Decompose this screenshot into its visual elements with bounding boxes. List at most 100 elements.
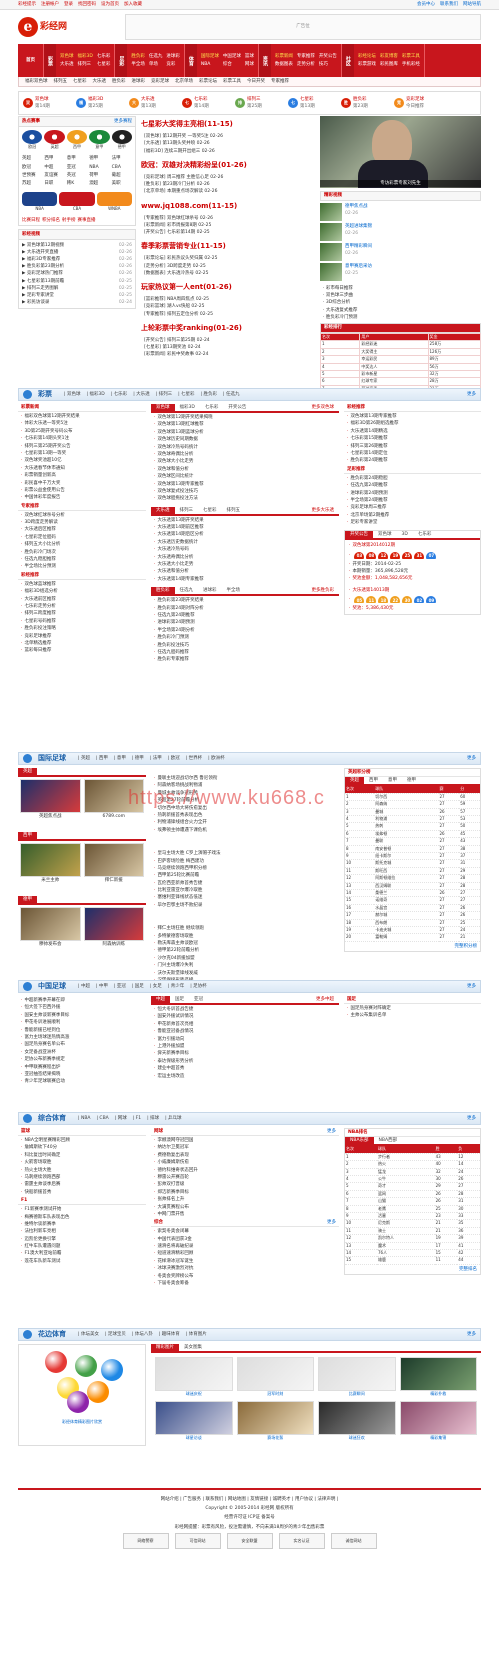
section-link[interactable]: | 意甲 (114, 755, 126, 762)
list-item[interactable]: 花样滑冰冠军诞生 (154, 1258, 336, 1265)
list-item[interactable]: 主帅公布集训名单 (347, 1012, 478, 1019)
list-item[interactable]: 中国体彩年度报告 (21, 494, 143, 501)
league-link[interactable]: 西甲 (44, 155, 64, 162)
draw-title[interactable]: 开奖公告 (345, 531, 373, 539)
list-item[interactable]: 青少年足球联赛启动 (21, 1078, 143, 1085)
league-link[interactable]: 友谊赛 (44, 172, 64, 179)
footer-badge[interactable]: 网络警察 (122, 1532, 169, 1549)
extra-link[interactable]: 射手榜 (62, 217, 76, 224)
list-item[interactable]: 郑洁新赛季目标 (154, 1189, 336, 1196)
nba-logo-item[interactable]: NBA (22, 192, 58, 212)
nav-home[interactable]: 首页 (18, 44, 44, 77)
standings-row[interactable]: 10 斯托克城 27 31 (345, 859, 480, 868)
top-link[interactable]: 找回密码 (78, 2, 96, 7)
list-item[interactable]: 沙尔克04新援加盟 (154, 955, 336, 962)
list-item[interactable]: 竞彩足球周三推荐 (347, 504, 478, 511)
section-title[interactable]: 花边体育 (38, 1329, 66, 1340)
list-item[interactable]: 中甲联赛赛程出炉 (21, 1064, 143, 1071)
headline-item[interactable]: [专家推荐] 双色球红球杀号 02-26 (144, 215, 312, 222)
section-title[interactable]: 彩票 (38, 389, 52, 400)
section-link[interactable]: | 大乐透 (133, 391, 149, 398)
footer-link[interactable]: 联系我们 | (205, 1497, 227, 1502)
list-item[interactable]: 排列三跨度推荐 (21, 610, 143, 617)
headline-item[interactable]: [双色球] 第12期开奖 一等奖5注 02-26 (144, 133, 312, 140)
standings-row[interactable]: 19 卡迪夫城 27 24 (345, 926, 480, 935)
headline-item[interactable]: [开奖公告] 七乐彩第14期 02-25 (144, 229, 312, 236)
standings-row[interactable]: 18 西布朗 27 25 (345, 919, 480, 927)
league-link[interactable]: 荷甲 (89, 172, 109, 179)
list-item[interactable]: 胜负彩投注技巧 (154, 642, 336, 649)
nav-link[interactable]: 网球 (245, 61, 254, 68)
list-item[interactable]: 大乐透历史数据统计 (154, 539, 336, 546)
section-link[interactable]: | 趣味体育 (159, 1331, 180, 1338)
list-item[interactable]: 鲁能新援已经到位 (21, 1027, 143, 1034)
list-item[interactable]: 上港外援加盟 (154, 1043, 336, 1050)
list-item[interactable]: 瓦伦西亚新帅首秀告捷 (154, 880, 336, 887)
league-link[interactable]: 欧冠 (22, 164, 42, 171)
list-box-more[interactable]: 更多 (327, 1128, 336, 1135)
tab[interactable]: 亚冠 (189, 996, 208, 1003)
section-more[interactable]: 更多 (467, 755, 476, 762)
list-item[interactable]: 胜负彩冷门场次 (21, 549, 143, 556)
subnav-link[interactable]: 排列五 (54, 78, 68, 85)
standings-tab[interactable]: 意甲 (383, 777, 402, 784)
list-item[interactable]: F1澳大利亚站前瞻 (21, 1250, 143, 1257)
list-item[interactable]: 七乐彩第14期头奖1注 (21, 435, 143, 442)
list-item[interactable]: 大乐透第14期精选 (347, 428, 478, 435)
section-more[interactable]: 更多 (467, 1115, 476, 1122)
list-item[interactable]: 双色球蓝球推荐 (21, 581, 143, 588)
video-list-item[interactable]: 02-26 ▶ 双色球第12期视频 (22, 242, 132, 249)
nav-link[interactable]: 七星彩 (97, 61, 111, 68)
tab[interactable]: 任选九 (175, 587, 199, 594)
list-item[interactable]: 张帅排名上升 (154, 1196, 336, 1203)
list-item[interactable]: 巴萨客场险胜 梅西建功 (154, 858, 336, 865)
list-item[interactable]: 3D跨度走势解读 (21, 519, 143, 526)
list-item[interactable]: 双色球第13期蓝球分析 (154, 429, 336, 436)
headline-title[interactable]: 上轮彩票中奖ranking(01-26) (141, 323, 315, 334)
list-item[interactable]: 竞彩足球推荐 (21, 633, 143, 640)
list-item[interactable]: 大满贯赛程公布 (154, 1204, 336, 1211)
list-item[interactable]: 双色球冷热号码统计 (154, 444, 336, 451)
nav-link[interactable]: 篮球 (245, 53, 254, 60)
photo-item[interactable]: 阿森纳训练 (83, 907, 144, 948)
list-item[interactable]: 北单精选推荐 (21, 640, 143, 647)
promo-item[interactable]: · 彩市每日推荐 (323, 285, 478, 292)
section-more[interactable]: 更多 (467, 391, 476, 398)
top-right-link[interactable]: 联系我们 (440, 2, 458, 7)
nba-logo-item[interactable]: CBA (59, 192, 95, 212)
list-item[interactable]: 马竞继续领跑西甲积分榜 (154, 865, 336, 872)
list-item[interactable]: 胜负彩第24期推荐 (347, 457, 478, 464)
nav-group-head[interactable]: 体育 (184, 44, 197, 77)
list-item[interactable]: 篮彩每日推荐 (21, 647, 143, 654)
section-link[interactable]: | 中甲 (96, 983, 108, 990)
pic-tab[interactable]: 英超 (18, 768, 37, 775)
subnav-link[interactable]: 北京单场 (175, 78, 193, 85)
list-box-title[interactable]: 足彩推荐 (347, 466, 365, 473)
standings-row[interactable]: 3 曼城 26 57 (345, 808, 480, 817)
section-link[interactable]: | 亚冠 (114, 983, 126, 990)
headline-item[interactable]: [走势分析] 3D跨度走势 02-25 (144, 263, 312, 270)
standings-row[interactable]: 5 奇才 29 27 (345, 1182, 480, 1191)
video-list-item[interactable]: 02-26 ▶ 大乐透开奖直播 (22, 249, 132, 256)
section-link[interactable]: | 国足 (132, 983, 144, 990)
nav-link[interactable]: 综合 (223, 61, 241, 68)
list-box-title[interactable]: F1 (21, 1197, 27, 1204)
footer-link[interactable]: 广告服务 | (183, 1497, 205, 1502)
headline-item[interactable]: [福彩3D] 连续三期开出组三 02-26 (144, 148, 312, 155)
list-item[interactable]: 七乐彩第15期推荐 (347, 435, 478, 442)
subnav-link[interactable]: 福彩双色球 (25, 78, 48, 85)
list-item[interactable]: 大乐透冷热号码 (154, 546, 336, 553)
list-item[interactable]: 足协公布新赛季规定 (21, 1056, 143, 1063)
nav-link[interactable]: 竞彩 (166, 61, 180, 68)
lottery-item[interactable]: 双双色球 第14期 (23, 96, 73, 110)
nav-link[interactable]: 进球彩 (166, 53, 180, 60)
footer-link[interactable]: 网站介绍 | (161, 1497, 183, 1502)
lottery-item[interactable]: 大大乐透 第13期 (129, 96, 179, 110)
section-link[interactable]: | 西甲 (96, 755, 108, 762)
standings-tab[interactable]: NBA东部 (345, 1137, 374, 1144)
list-item[interactable]: 雷霆主帅谈季后赛 (21, 1181, 143, 1188)
list-item[interactable]: NBA全明星赛精彩回顾 (21, 1137, 143, 1144)
list-item[interactable]: 勒沃库森主帅谈欧冠 (154, 940, 336, 947)
draw-tab[interactable]: 双色球 (373, 531, 397, 538)
footer-link[interactable]: 用户协议 | (295, 1497, 317, 1502)
